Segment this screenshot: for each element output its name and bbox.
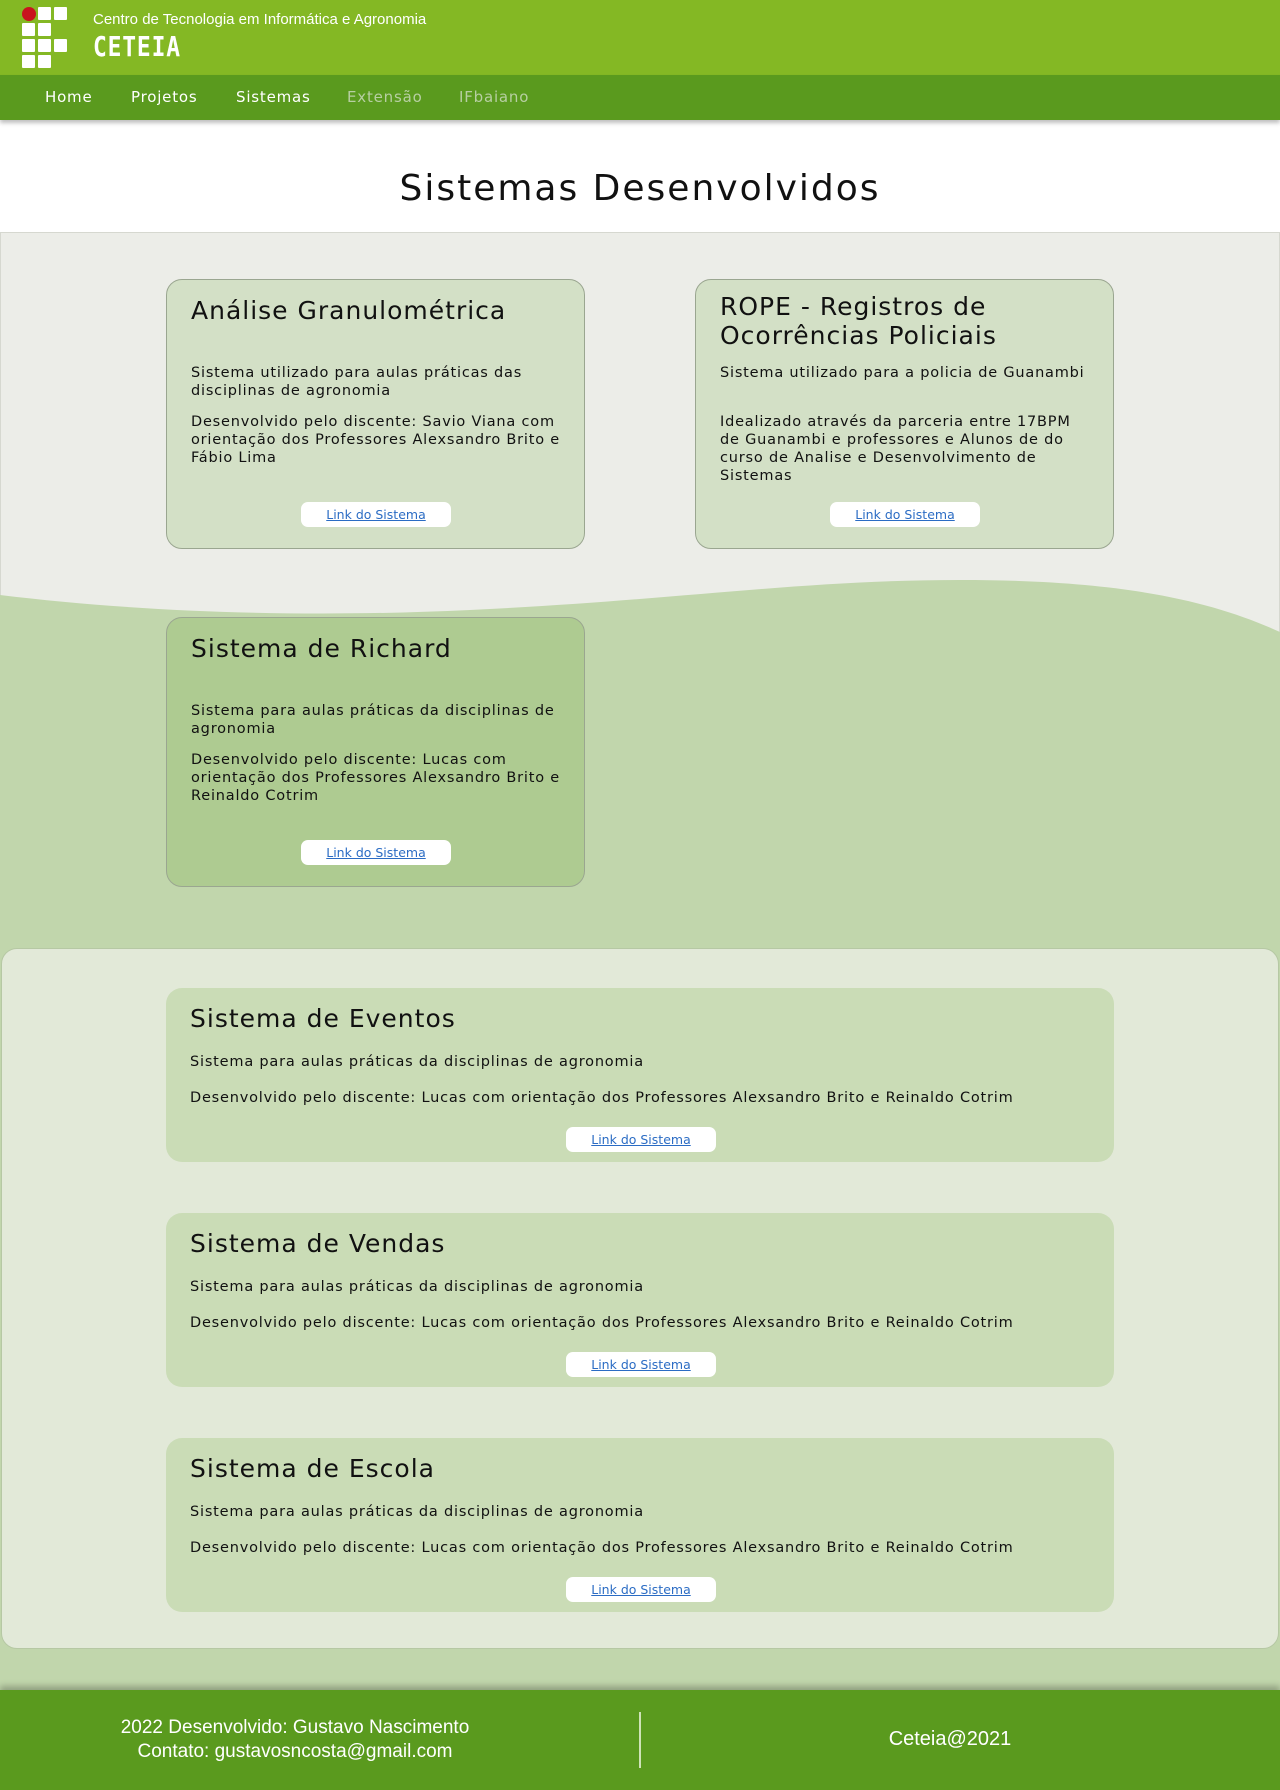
card-title: Sistema de Escola (190, 1454, 435, 1483)
site-subtitle: Centro de Tecnologia em Informática e Ag… (93, 11, 427, 28)
card-developer: Desenvolvido pelo discente: Lucas com or… (190, 1540, 1014, 1556)
card-title: Análise Granulométrica (191, 296, 507, 325)
logo-square (38, 39, 51, 52)
card-developer: Desenvolvido pelo discente: Lucas com or… (190, 1315, 1014, 1331)
logo-square (54, 7, 67, 20)
card-developer: Idealizado através da parceria entre 17B… (720, 414, 1071, 484)
card-developer: Desenvolvido pelo discente: Lucas com or… (190, 1090, 1014, 1106)
system-link-button[interactable]: Link do Sistema (566, 1127, 716, 1152)
logo-square (38, 23, 51, 36)
card-title: Sistema de Vendas (190, 1229, 446, 1258)
card-title: Sistema de Richard (191, 634, 452, 663)
site-header: Centro de Tecnologia em Informática e Ag… (0, 0, 1280, 75)
footer-credits: 2022 Desenvolvido: Gustavo Nascimento Co… (95, 1716, 495, 1764)
card-developer: Desenvolvido pelo discente: Lucas com or… (191, 752, 561, 804)
card-title: Sistema de Eventos (190, 1004, 456, 1033)
system-link-button[interactable]: Link do Sistema (301, 502, 451, 527)
footer-developer: 2022 Desenvolvido: Gustavo Nascimento (120, 1717, 470, 1738)
card-developer: Desenvolvido pelo discente: Savio Viana … (191, 414, 561, 466)
card-title: ROPE - Registros de Ocorrências Policiai… (720, 292, 997, 350)
ifbaiano-logo[interactable] (22, 7, 68, 68)
logo-square (38, 7, 51, 20)
logo-square (22, 23, 35, 36)
nav-ifbaiano[interactable]: IFbaiano (459, 88, 529, 106)
card-description: Sistema para aulas práticas da disciplin… (191, 703, 555, 737)
site-title[interactable]: CETEIA (93, 30, 181, 63)
system-card: ROPE - Registros de Ocorrências Policiai… (695, 279, 1114, 549)
nav-sistemas[interactable]: Sistemas (236, 88, 311, 106)
nav-projetos[interactable]: Projetos (131, 88, 197, 106)
card-description: Sistema para aulas práticas da disciplin… (190, 1054, 644, 1070)
nav-home[interactable]: Home (45, 88, 93, 106)
footer-contact: Contato: gustavosncosta@gmail.com (137, 1741, 453, 1762)
card-description: Sistema utilizado para aulas práticas da… (191, 365, 523, 399)
main-nav: Home Projetos Sistemas Extensão IFbaiano (0, 75, 1280, 120)
logo-square (38, 55, 51, 68)
system-link-button[interactable]: Link do Sistema (301, 840, 451, 865)
system-card: Análise Granulométrica Sistema utilizado… (166, 279, 585, 549)
system-link-button[interactable]: Link do Sistema (566, 1577, 716, 1602)
system-card-wide: Sistema de Vendas Sistema para aulas prá… (166, 1213, 1114, 1387)
page-title: Sistemas Desenvolvidos (399, 168, 881, 209)
logo-square (22, 55, 35, 68)
system-card-wide: Sistema de Eventos Sistema para aulas pr… (166, 988, 1114, 1162)
card-description: Sistema utilizado para a policia de Guan… (720, 365, 1085, 381)
system-card: Sistema de Richard Sistema para aulas pr… (166, 617, 585, 887)
logo-red-dot (22, 7, 36, 21)
site-footer: 2022 Desenvolvido: Gustavo Nascimento Co… (0, 1690, 1280, 1790)
system-link-button[interactable]: Link do Sistema (830, 502, 980, 527)
footer-divider (639, 1712, 641, 1768)
system-link-button[interactable]: Link do Sistema (566, 1352, 716, 1377)
card-description: Sistema para aulas práticas da disciplin… (190, 1279, 644, 1295)
footer-copyright: Ceteia@2021 (888, 1728, 1012, 1750)
nav-extensao[interactable]: Extensão (347, 88, 423, 106)
card-description: Sistema para aulas práticas da disciplin… (190, 1504, 644, 1520)
logo-square (54, 39, 67, 52)
logo-square (22, 39, 35, 52)
system-card-wide: Sistema de Escola Sistema para aulas prá… (166, 1438, 1114, 1612)
